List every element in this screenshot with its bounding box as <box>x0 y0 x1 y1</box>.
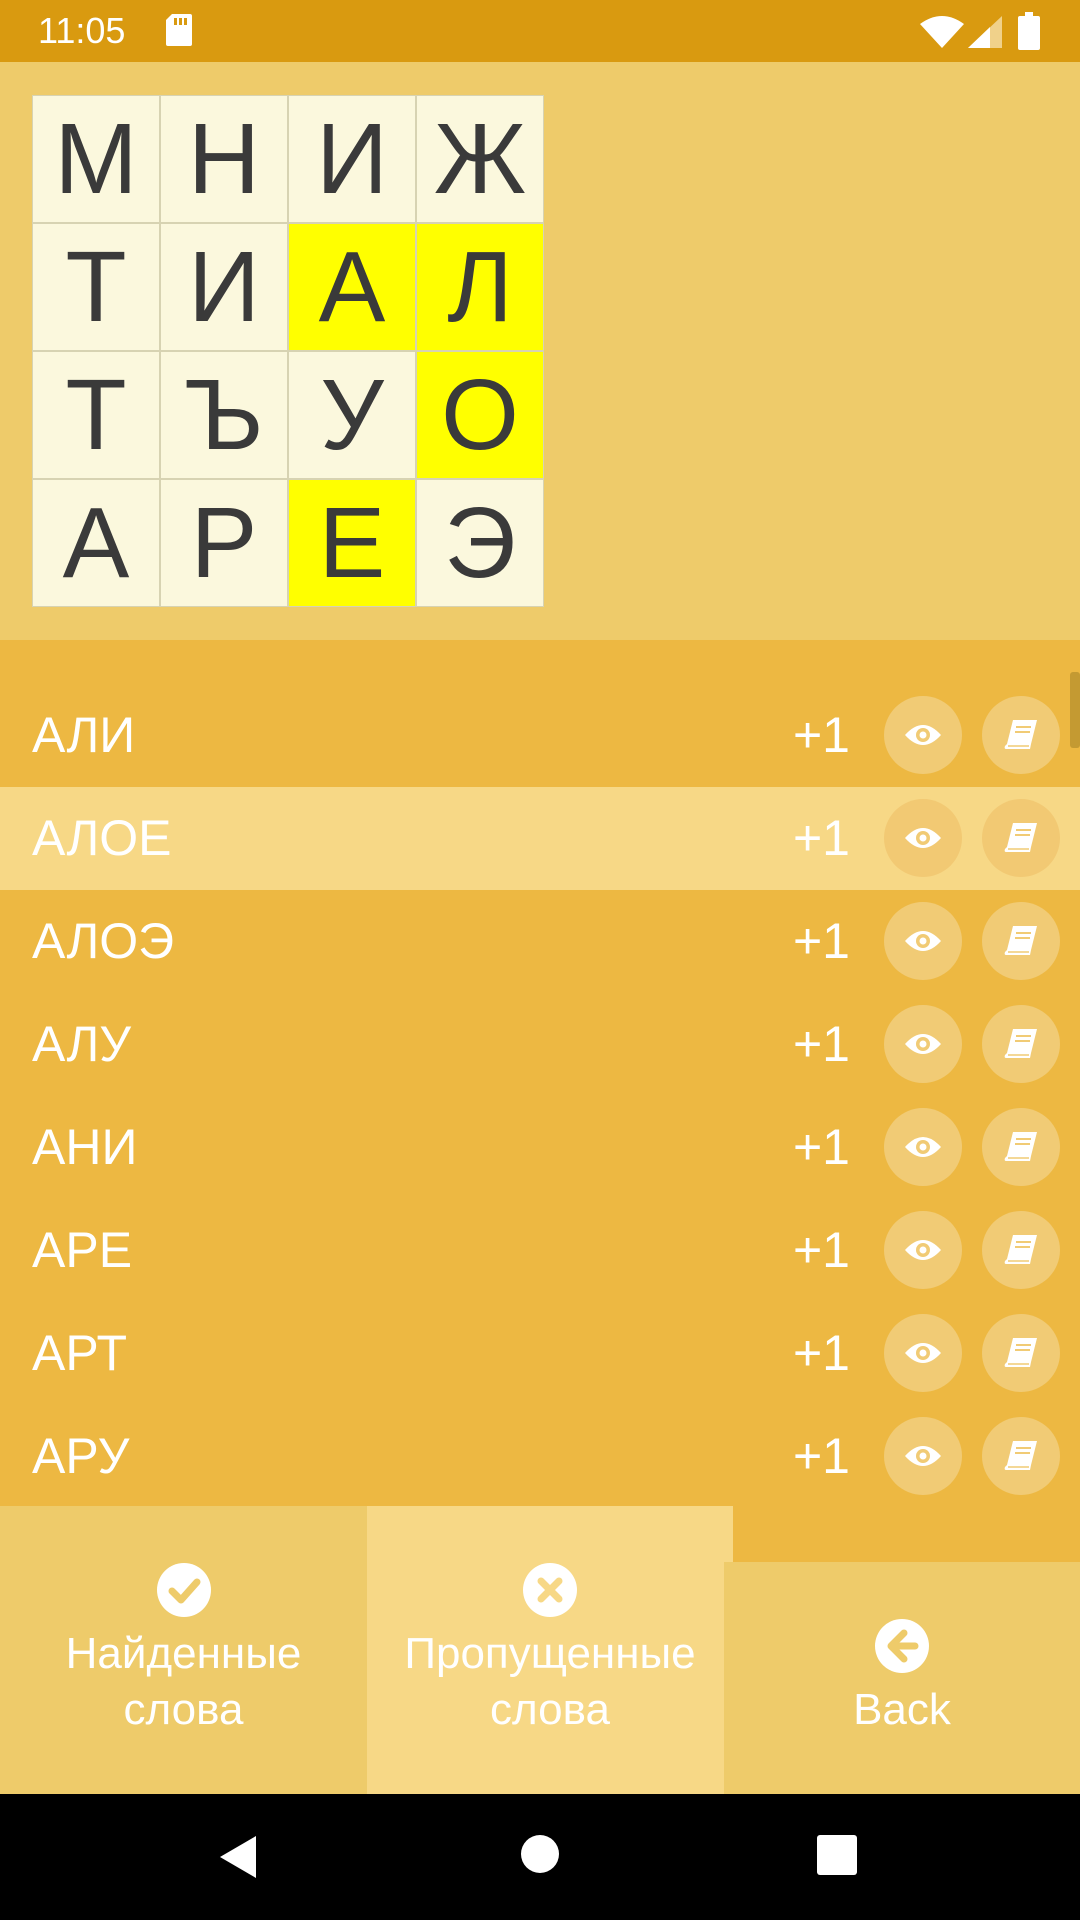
missed-words-list[interactable]: АЛИ +1 АЛОЕ +1 АЛОЭ +1 АЛУ +1 АНИ +1 АРЕ +1 АРТ +1 АРУ… <box>0 640 1080 1506</box>
eye-icon <box>905 828 941 848</box>
board-cell[interactable]: Т <box>32 351 160 479</box>
eye-icon <box>905 1034 941 1054</box>
dictionary-button[interactable] <box>982 696 1060 774</box>
board-cell[interactable]: Э <box>416 479 544 607</box>
board-cell[interactable]: И <box>160 223 288 351</box>
board-cell[interactable]: О <box>416 351 544 479</box>
board-cell[interactable]: А <box>288 223 416 351</box>
word-score: +1 <box>792 810 850 866</box>
dictionary-button[interactable] <box>982 902 1060 980</box>
board-cell[interactable]: А <box>32 479 160 607</box>
navigation-bar <box>0 1794 1080 1920</box>
eye-icon <box>905 725 941 745</box>
show-path-button[interactable] <box>884 799 962 877</box>
word-text: АНИ <box>32 1119 138 1175</box>
board-cell[interactable]: Л <box>416 223 544 351</box>
word-row[interactable]: АНИ +1 <box>0 1096 1080 1199</box>
board-cell[interactable]: Е <box>288 479 416 607</box>
dictionary-button[interactable] <box>982 1417 1060 1495</box>
board-cell[interactable]: Ъ <box>160 351 288 479</box>
book-icon <box>1004 1029 1037 1058</box>
back-button[interactable]: Back <box>724 1562 1080 1794</box>
tab-found-label: Найденные слова <box>65 1629 302 1734</box>
show-path-button[interactable] <box>884 1108 962 1186</box>
nav-back-icon[interactable] <box>216 1834 260 1880</box>
battery-icon <box>1018 12 1040 50</box>
board-cell[interactable]: Н <box>160 95 288 223</box>
show-path-button[interactable] <box>884 1417 962 1495</box>
word-score: +1 <box>792 913 850 969</box>
wifi-icon <box>920 16 964 48</box>
dictionary-button[interactable] <box>982 799 1060 877</box>
dictionary-button[interactable] <box>982 1211 1060 1289</box>
status-bar: 11:05 <box>0 0 1080 62</box>
eye-icon <box>905 1343 941 1363</box>
word-score: +1 <box>792 1325 850 1381</box>
show-path-button[interactable] <box>884 1005 962 1083</box>
status-time: 11:05 <box>38 10 126 51</box>
book-icon <box>1004 1235 1037 1264</box>
word-score: +1 <box>792 1016 850 1072</box>
check-circle-icon <box>156 1563 211 1617</box>
word-row[interactable]: АРЕ +1 <box>0 1199 1080 1302</box>
show-path-button[interactable] <box>884 1211 962 1289</box>
book-icon <box>1004 926 1037 955</box>
signal-icon <box>968 16 1002 48</box>
board-cell[interactable]: Ж <box>416 95 544 223</box>
eye-icon <box>905 1137 941 1157</box>
book-icon <box>1004 823 1037 852</box>
dictionary-button[interactable] <box>982 1314 1060 1392</box>
board-cell[interactable]: М <box>32 95 160 223</box>
word-text: АРУ <box>32 1428 130 1484</box>
board-cell[interactable]: Т <box>32 223 160 351</box>
word-text: АРТ <box>32 1325 127 1381</box>
show-path-button[interactable] <box>884 1314 962 1392</box>
nav-home-icon[interactable] <box>520 1834 560 1874</box>
x-circle-icon <box>523 1563 577 1617</box>
word-score: +1 <box>792 707 850 763</box>
word-score: +1 <box>792 1119 850 1175</box>
word-score: +1 <box>792 1222 850 1278</box>
word-row[interactable]: АРУ +1 <box>0 1405 1080 1508</box>
book-icon <box>1004 720 1037 749</box>
nav-recent-apps-icon[interactable] <box>816 1834 858 1876</box>
board-cell[interactable]: И <box>288 95 416 223</box>
eye-icon <box>905 931 941 951</box>
tab-missed-words[interactable]: Пропущенные слова <box>367 1506 733 1794</box>
word-row[interactable]: АРТ +1 <box>0 1302 1080 1405</box>
tab-missed-label: Пропущенные слова <box>404 1629 696 1734</box>
tab-found-words[interactable]: Найденные слова <box>0 1506 367 1794</box>
show-path-button[interactable] <box>884 902 962 980</box>
word-text: АЛОЭ <box>32 913 175 969</box>
word-text: АЛУ <box>32 1016 132 1072</box>
word-row[interactable]: АЛИ +1 <box>0 684 1080 787</box>
dictionary-button[interactable] <box>982 1005 1060 1083</box>
letter-board: МНИЖТИАЛТЪУОАРЕЭ <box>32 95 544 607</box>
board-cell[interactable]: Р <box>160 479 288 607</box>
arrow-left-circle-icon <box>875 1619 929 1673</box>
book-icon <box>1004 1132 1037 1161</box>
book-icon <box>1004 1338 1037 1367</box>
word-row[interactable]: АЛОЭ +1 <box>0 890 1080 993</box>
eye-icon <box>905 1240 941 1260</box>
word-text: АЛОЕ <box>32 810 172 866</box>
word-row[interactable]: АЛОЕ +1 <box>0 787 1080 890</box>
word-text: АЛИ <box>32 707 136 763</box>
book-icon <box>1004 1441 1037 1470</box>
dictionary-button[interactable] <box>982 1108 1060 1186</box>
sd-card-icon <box>166 14 192 46</box>
board-section: МНИЖТИАЛТЪУОАРЕЭ <box>0 62 1080 640</box>
word-score: +1 <box>792 1428 850 1484</box>
word-row[interactable]: АЛУ +1 <box>0 993 1080 1096</box>
board-cell[interactable]: У <box>288 351 416 479</box>
eye-icon <box>905 1446 941 1466</box>
word-text: АРЕ <box>32 1222 133 1278</box>
back-label: Back <box>853 1685 951 1734</box>
show-path-button[interactable] <box>884 696 962 774</box>
